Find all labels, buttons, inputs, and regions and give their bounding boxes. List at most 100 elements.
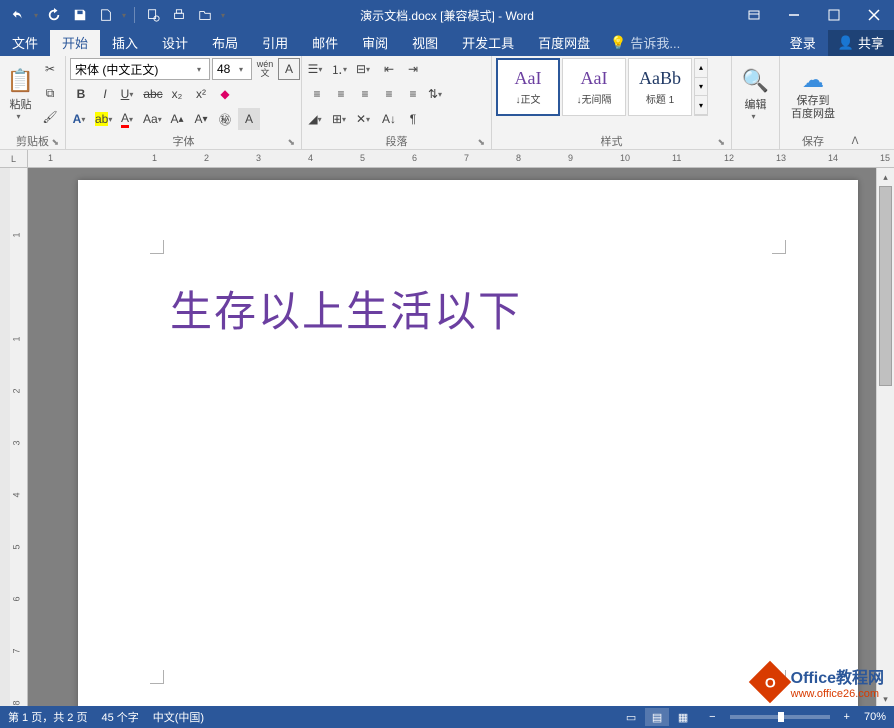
enclose-char-button[interactable]: ㊙ (214, 108, 236, 130)
zoom-in-button[interactable]: + (844, 711, 850, 723)
web-layout-button[interactable]: ▦ (671, 708, 695, 726)
print-preview-button[interactable] (141, 3, 165, 27)
paragraph-launcher[interactable]: ⬊ (477, 137, 485, 148)
clear-formatting-button[interactable]: ◆ (214, 83, 236, 105)
vertical-scrollbar[interactable]: ▴ ▾ (876, 168, 894, 708)
clipboard-launcher[interactable]: ⬊ (51, 137, 59, 148)
share-button[interactable]: 👤共享 (828, 29, 894, 56)
font-size-combo[interactable]: 48▾ (212, 58, 252, 80)
font-color-button[interactable]: A▾ (118, 108, 140, 130)
style-heading1[interactable]: AaBb标题 1 (628, 58, 692, 116)
character-border-button[interactable]: A (278, 58, 300, 80)
horizontal-ruler[interactable]: 1123456789101112131415 (28, 150, 894, 168)
tab-view[interactable]: 视图 (400, 29, 450, 56)
show-marks-button[interactable]: ¶ (402, 108, 424, 130)
align-right-button[interactable]: ≡ (354, 83, 376, 105)
font-name-combo[interactable]: 宋体 (中文正文)▾ (70, 58, 210, 80)
login-button[interactable]: 登录 (778, 29, 828, 56)
bold-button[interactable]: B (70, 83, 92, 105)
styles-launcher[interactable]: ⬊ (717, 137, 725, 148)
line-spacing-button[interactable]: ⇅▾ (426, 83, 448, 105)
read-mode-button[interactable]: ▭ (619, 708, 643, 726)
styles-expand[interactable]: ▾ (695, 96, 707, 115)
redo-button[interactable] (42, 3, 66, 27)
text-effects-button[interactable]: A▾ (70, 108, 92, 130)
tab-file[interactable]: 文件 (0, 29, 50, 56)
copy-button[interactable]: ⧉ (39, 82, 61, 104)
multilevel-list-button[interactable]: ⊟▾ (354, 58, 376, 80)
vertical-ruler[interactable]: 112345678 (10, 168, 28, 708)
tab-design[interactable]: 设计 (150, 29, 200, 56)
open-button[interactable] (193, 3, 217, 27)
language-status[interactable]: 中文(中国) (153, 709, 204, 725)
highlight-button[interactable]: ab▾ (94, 108, 116, 130)
document-viewport[interactable]: 生存以上生活以下 (28, 168, 876, 708)
zoom-level[interactable]: 70% (864, 711, 886, 723)
strikethrough-button[interactable]: abc (142, 83, 164, 105)
underline-button[interactable]: U▾ (118, 83, 140, 105)
find-button[interactable]: 🔍 编辑 ▾ (736, 58, 775, 130)
print-layout-button[interactable]: ▤ (645, 708, 669, 726)
close-button[interactable] (854, 0, 894, 30)
page-status[interactable]: 第 1 页，共 2 页 (8, 709, 87, 725)
tell-me-search[interactable]: 💡告诉我... (602, 29, 688, 56)
qat-customize[interactable]: ▾ (219, 3, 227, 27)
ruler-corner: L (0, 150, 28, 168)
style-nospacing[interactable]: AaI↓无间隔 (562, 58, 626, 116)
styles-scroll-up[interactable]: ▴ (695, 59, 707, 78)
change-case-button[interactable]: Aa▾ (142, 108, 164, 130)
asian-layout-button[interactable]: ✕▾ (354, 108, 376, 130)
minimize-button[interactable] (774, 0, 814, 30)
justify-button[interactable]: ≡ (378, 83, 400, 105)
format-painter-button[interactable]: 🖌 (39, 106, 61, 128)
phonetic-guide-button[interactable]: wén文 (254, 58, 276, 80)
borders-button[interactable]: ⊞▾ (330, 108, 352, 130)
save-to-baidu-button[interactable]: ☁ 保存到 百度网盘 (784, 58, 842, 130)
shrink-font-button[interactable]: A▾ (190, 108, 212, 130)
new-button[interactable] (94, 3, 118, 27)
tab-developer[interactable]: 开发工具 (450, 29, 526, 56)
tab-baidu[interactable]: 百度网盘 (526, 29, 602, 56)
ribbon-options-button[interactable] (734, 0, 774, 30)
tab-mailings[interactable]: 邮件 (300, 29, 350, 56)
italic-button[interactable]: I (94, 83, 116, 105)
tab-layout[interactable]: 布局 (200, 29, 250, 56)
undo-dropdown[interactable]: ▾ (32, 3, 40, 27)
superscript-button[interactable]: x² (190, 83, 212, 105)
subscript-button[interactable]: x₂ (166, 83, 188, 105)
decrease-indent-button[interactable]: ⇤ (378, 58, 400, 80)
align-center-button[interactable]: ≡ (330, 83, 352, 105)
increase-indent-button[interactable]: ⇥ (402, 58, 424, 80)
page[interactable]: 生存以上生活以下 (78, 180, 858, 708)
collapse-ribbon-button[interactable]: ᐱ (852, 136, 859, 147)
grow-font-button[interactable]: A▴ (166, 108, 188, 130)
numbering-button[interactable]: ⒈▾ (330, 58, 352, 80)
tab-references[interactable]: 引用 (250, 29, 300, 56)
bullets-button[interactable]: ☰▾ (306, 58, 328, 80)
document-text[interactable]: 生存以上生活以下 (170, 278, 522, 339)
word-count[interactable]: 45 个字 (101, 709, 138, 725)
font-launcher[interactable]: ⬊ (287, 137, 295, 148)
align-left-button[interactable]: ≡ (306, 83, 328, 105)
quick-print-button[interactable] (167, 3, 191, 27)
sort-button[interactable]: A↓ (378, 108, 400, 130)
tab-home[interactable]: 开始 (50, 29, 100, 56)
save-button[interactable] (68, 3, 92, 27)
zoom-slider[interactable] (730, 715, 830, 719)
tab-insert[interactable]: 插入 (100, 29, 150, 56)
styles-scroll-down[interactable]: ▾ (695, 78, 707, 97)
tab-review[interactable]: 审阅 (350, 29, 400, 56)
style-normal[interactable]: AaI↓正文 (496, 58, 560, 116)
scroll-up-button[interactable]: ▴ (877, 168, 894, 186)
styles-gallery[interactable]: AaI↓正文 AaI↓无间隔 AaBb标题 1 ▴ ▾ ▾ (496, 58, 708, 126)
shading-button[interactable]: ◢▾ (306, 108, 328, 130)
maximize-button[interactable] (814, 0, 854, 30)
paste-button[interactable]: 📋 粘贴 ▾ (4, 58, 37, 130)
character-shading-button[interactable]: A (238, 108, 260, 130)
undo-button[interactable] (6, 3, 30, 27)
cut-button[interactable]: ✂ (39, 58, 61, 80)
scroll-thumb[interactable] (879, 186, 892, 386)
new-dropdown[interactable]: ▾ (120, 3, 128, 27)
zoom-out-button[interactable]: − (709, 711, 715, 723)
distributed-button[interactable]: ≡ (402, 83, 424, 105)
